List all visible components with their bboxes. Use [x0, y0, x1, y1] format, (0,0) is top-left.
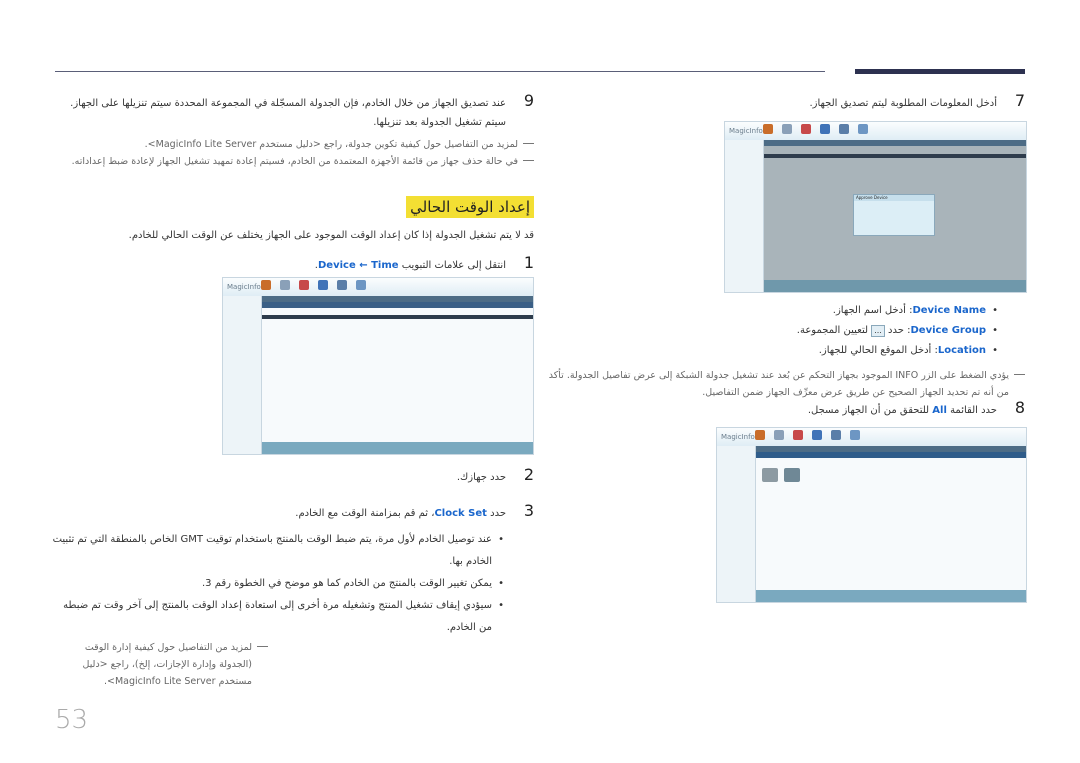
- step-7: 7 أدخل المعلومات المطلوبة ليتم تصديق الج…: [809, 91, 1025, 110]
- step-8-wrap: 8 حدد القائمة All للتحقق من أن الجهاز مس…: [560, 398, 1025, 420]
- note-delete-device: في حالة حذف جهاز من قائمة الأجهزة المعتم…: [52, 153, 534, 170]
- approve-device-dialog: Approve Device: [853, 194, 935, 236]
- step-1: 1 انتقل إلى علامات التبويب Device ← Time…: [314, 253, 534, 272]
- field-device-name: Device Name: أدخل اسم الجهاز.: [560, 300, 1000, 322]
- steps-2-3: 2 حدد جهازك. 3 حدد Clock Set، ثم قم بمزا…: [52, 465, 534, 690]
- screenshot-device-time-tab: MagicInfo: [222, 277, 534, 455]
- right-column: 7 أدخل المعلومات المطلوبة ليتم تصديق الج…: [560, 91, 1025, 113]
- device-thumbnail-online: [784, 468, 800, 482]
- bullet-restore-time: سيؤدي إيقاف تشغيل المنتج وتشغيله مرة أخر…: [52, 595, 506, 639]
- field-location: Location: أدخل الموقع الحالي للجهاز.: [560, 340, 1000, 362]
- field-device-group: Device Group: حدد ... لتعيين المجموعة.: [560, 320, 1000, 342]
- device-fields: Device Name: أدخل اسم الجهاز. Device Gro…: [560, 300, 1000, 362]
- current-time-section: إعداد الوقت الحالي قد لا يتم تشغيل الجدو…: [52, 196, 534, 275]
- step-9: 9 عند تصديق الجهاز من خلال الخادم، فإن ا…: [70, 91, 534, 128]
- step-8: 8 حدد القائمة All للتحقق من أن الجهاز مس…: [807, 398, 1025, 417]
- screenshot-device-all: MagicInfo: [716, 427, 1027, 603]
- bullet-change-time: يمكن تغيير الوقت بالمنتج من الخادم كما ه…: [52, 573, 506, 595]
- page-number: 53: [55, 705, 89, 735]
- note-schedule-details: لمزيد من التفاصيل حول كيفية تكوين جدولة،…: [52, 136, 534, 153]
- device-thumbnail-offline: [762, 468, 778, 482]
- step-2: 2 حدد جهازك.: [456, 465, 534, 484]
- step-3: 3 حدد Clock Set، ثم قم بمزامنة الوقت مع …: [295, 501, 534, 520]
- left-column: 9 عند تصديق الجهاز من خلال الخادم، فإن ا…: [52, 91, 534, 170]
- screenshot-approve-device: MagicInfo Approve Device: [724, 121, 1027, 293]
- note-info-button: يؤدي الضغط على الزر INFO الموجود بجهاز ا…: [540, 367, 1025, 401]
- note-time-management: لمزيد من التفاصيل حول كيفية إدارة الوقت …: [52, 639, 268, 690]
- header-rule: [55, 71, 825, 72]
- header-bar: [855, 69, 1025, 74]
- device-group-browse-button: ...: [871, 325, 885, 337]
- section-intro: قد لا يتم تشغيل الجدولة إذا كان إعداد ال…: [128, 230, 534, 241]
- section-heading: إعداد الوقت الحالي: [406, 196, 534, 218]
- bullet-gmt: عند توصيل الخادم لأول مرة، يتم ضبط الوقت…: [52, 529, 506, 573]
